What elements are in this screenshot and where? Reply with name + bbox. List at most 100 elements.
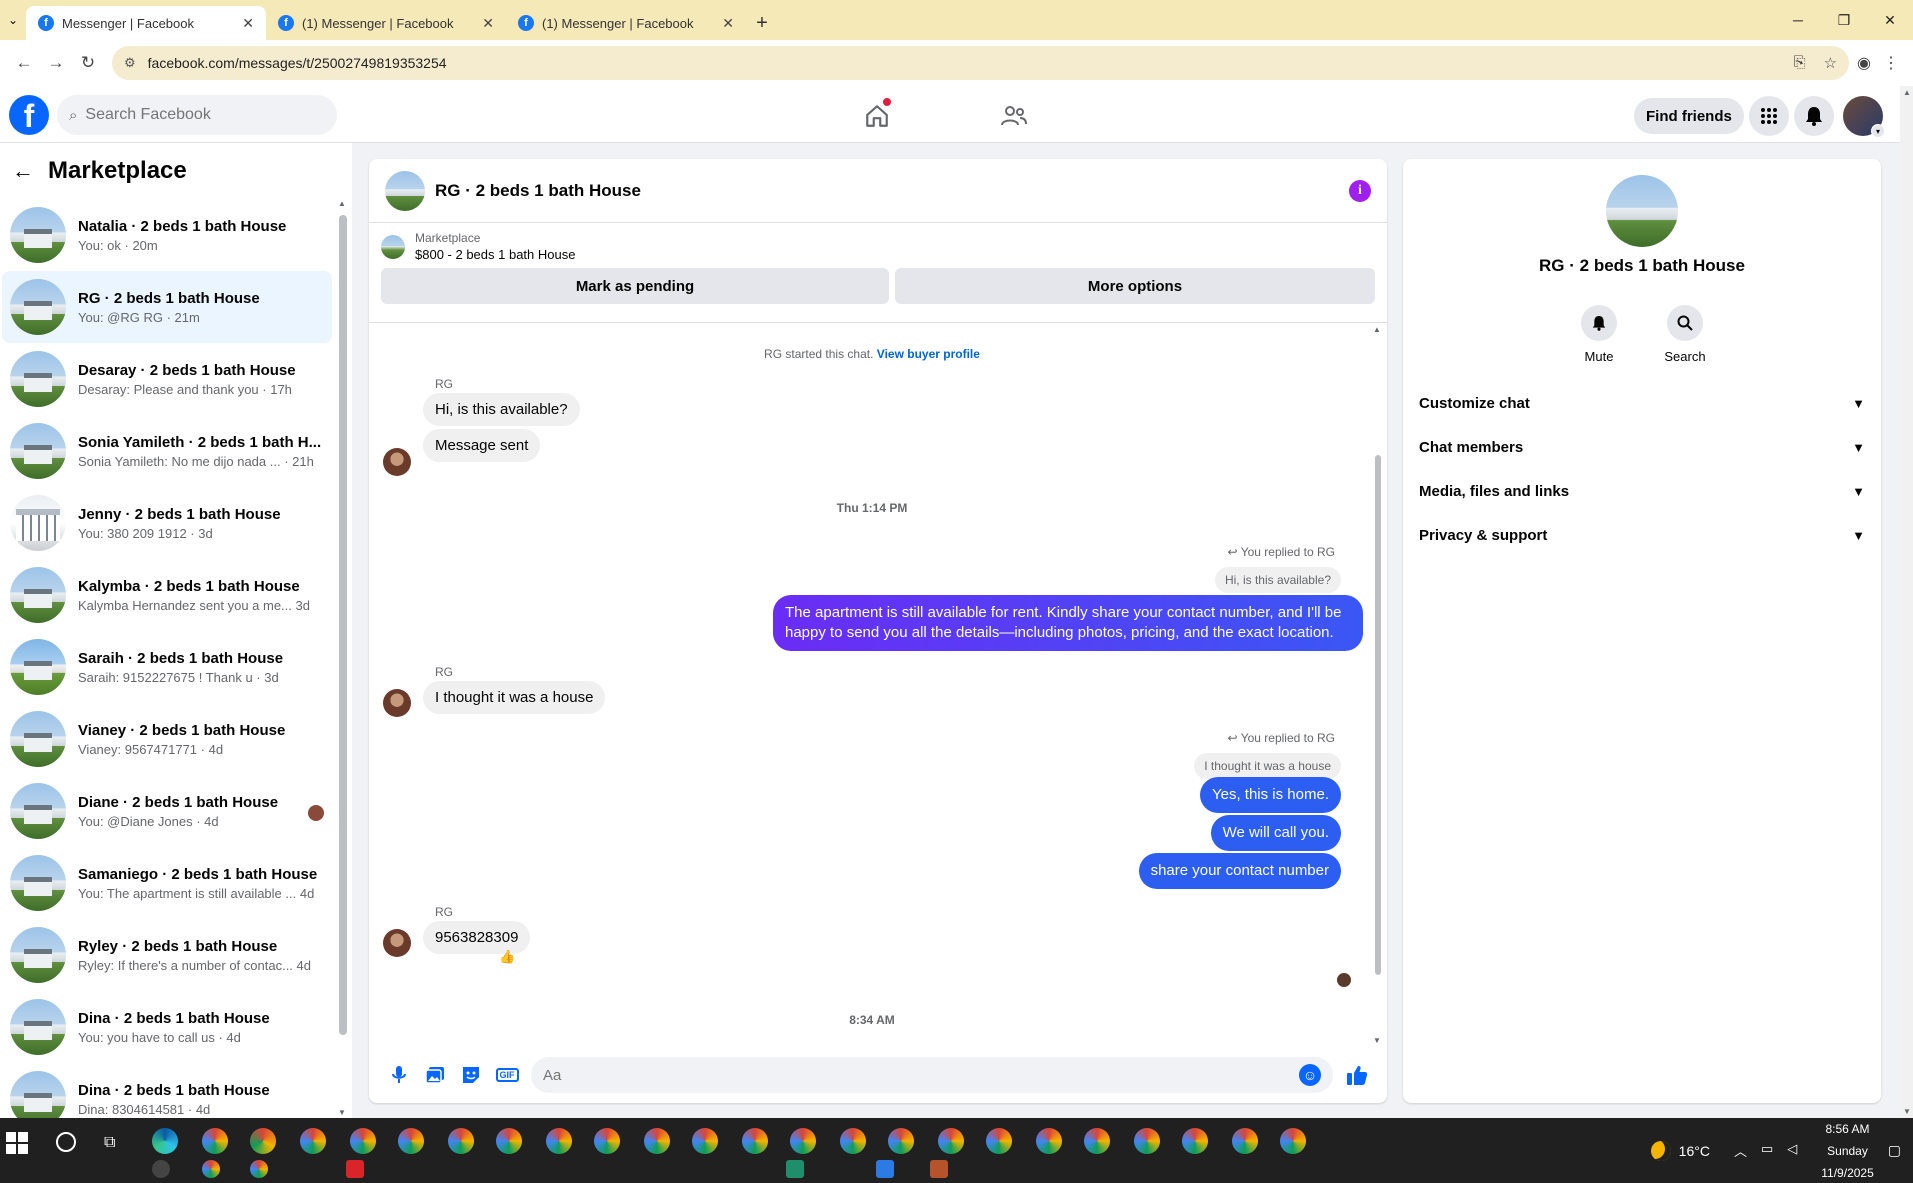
taskbar-app-icon[interactable] xyxy=(876,1160,894,1178)
chrome-profile-icon[interactable] xyxy=(300,1128,326,1154)
scroll-up-icon[interactable]: ▲ xyxy=(338,199,346,208)
search-in-chat-button[interactable]: Search xyxy=(1659,305,1711,364)
facebook-search[interactable]: ⌕ xyxy=(57,95,337,135)
reply-quote[interactable]: I thought it was a house xyxy=(1194,753,1341,779)
back-arrow-icon[interactable]: ← xyxy=(12,158,34,184)
chrome-profile-icon[interactable] xyxy=(350,1128,376,1154)
page-scrollbar[interactable]: ▲ ▼ xyxy=(1901,86,1913,1118)
scroll-down-icon[interactable]: ▼ xyxy=(338,1108,346,1117)
mark-as-pending-button[interactable]: Mark as pending xyxy=(381,268,889,304)
taskbar-clock[interactable]: 8:56 AM Sunday 11/9/2025 xyxy=(1821,1118,1874,1183)
message-input[interactable] xyxy=(543,1066,1299,1084)
windows-start-icon[interactable] xyxy=(6,1132,30,1156)
chrome-profile-icon[interactable] xyxy=(742,1128,768,1154)
minimize-icon[interactable]: ─ xyxy=(1775,0,1821,40)
close-tab-icon[interactable]: ✕ xyxy=(242,15,254,32)
chrome-icon[interactable] xyxy=(250,1128,276,1154)
install-app-icon[interactable]: ⎘ xyxy=(1794,54,1806,72)
forward-icon[interactable]: → xyxy=(40,47,72,79)
network-icon[interactable]: ▭ xyxy=(1761,1141,1773,1160)
chrome-profile-icon[interactable] xyxy=(692,1128,718,1154)
outgoing-message[interactable]: share your contact number xyxy=(1138,853,1341,889)
reload-icon[interactable]: ↻ xyxy=(72,47,104,79)
message-input-wrapper[interactable]: ☺ xyxy=(531,1057,1333,1093)
close-tab-icon[interactable]: ✕ xyxy=(482,15,494,32)
search-input[interactable] xyxy=(85,106,306,124)
notification-center-icon[interactable]: ▢ xyxy=(1888,1142,1901,1159)
chrome-profile-icon[interactable] xyxy=(1232,1128,1258,1154)
privacy-support-section[interactable]: Privacy & support ▼ xyxy=(1403,513,1881,557)
taskbar-app-icon[interactable] xyxy=(152,1160,170,1178)
thumbs-up-send-icon[interactable] xyxy=(1339,1057,1375,1093)
back-icon[interactable]: ← xyxy=(8,47,40,79)
media-files-links-section[interactable]: Media, files and links ▼ xyxy=(1403,469,1881,513)
menu-grid-button[interactable] xyxy=(1749,96,1789,136)
chrome-profile-icon[interactable] xyxy=(546,1128,572,1154)
gif-icon[interactable]: GIF xyxy=(489,1057,525,1093)
sticker-icon[interactable] xyxy=(453,1057,489,1093)
browser-menu-icon[interactable]: ⋮ xyxy=(1883,53,1899,73)
notifications-button[interactable] xyxy=(1794,96,1834,136)
info-icon[interactable]: i xyxy=(1349,179,1371,202)
incoming-message[interactable]: Message sent xyxy=(423,429,541,462)
conversation-item[interactable]: Ryley · 2 beds 1 bath House Ryley: If the… xyxy=(2,919,332,991)
chrome-profile-icon[interactable] xyxy=(1134,1128,1160,1154)
info-listing-thumbnail[interactable] xyxy=(1606,175,1678,247)
volume-icon[interactable]: ◁ xyxy=(1787,1141,1797,1160)
incoming-message[interactable]: I thought it was a house xyxy=(423,681,606,714)
conversation-item[interactable]: Kalymba · 2 beds 1 bath House Kalymba Her… xyxy=(2,559,332,631)
taskbar-app-icon[interactable] xyxy=(786,1160,804,1178)
customize-chat-section[interactable]: Customize chat ▼ xyxy=(1403,381,1881,425)
reply-quote[interactable]: Hi, is this available? xyxy=(1214,567,1341,593)
chrome-profile-icon[interactable] xyxy=(840,1128,866,1154)
find-friends-button[interactable]: Find friends xyxy=(1634,98,1744,134)
chrome-profile-icon[interactable] xyxy=(986,1128,1012,1154)
photo-icon[interactable] xyxy=(417,1057,453,1093)
wps-office-icon[interactable] xyxy=(346,1160,364,1178)
chrome-profile-icon[interactable] xyxy=(888,1128,914,1154)
conversation-item[interactable]: Sonia Yamileth · 2 beds 1 bath H... Sonia… xyxy=(2,415,332,487)
chrome-profile-icon[interactable] xyxy=(1182,1128,1208,1154)
sender-avatar[interactable] xyxy=(383,448,411,476)
bookmark-star-icon[interactable]: ☆ xyxy=(1824,54,1837,72)
scroll-down-icon[interactable]: ▼ xyxy=(1373,1036,1381,1045)
conversation-item[interactable]: Diane · 2 beds 1 bath House You: @Diane J… xyxy=(2,775,332,847)
scrollbar-thumb[interactable] xyxy=(339,215,347,1035)
chrome-profile-icon[interactable] xyxy=(250,1160,268,1178)
chrome-profile-icon[interactable] xyxy=(594,1128,620,1154)
chrome-profile-icon[interactable] xyxy=(1036,1128,1062,1154)
conversation-item[interactable]: Saraih · 2 beds 1 bath House Saraih: 9152… xyxy=(2,631,332,703)
conversation-item[interactable]: Jenny · 2 beds 1 bath House You: 380 209 … xyxy=(2,487,332,559)
outgoing-message[interactable]: The apartment is still available for ren… xyxy=(773,595,1363,651)
friends-nav-button[interactable] xyxy=(994,98,1034,134)
browser-tab-3[interactable]: f (1) Messenger | Facebook ✕ xyxy=(506,6,746,40)
profile-icon[interactable]: ◉ xyxy=(1857,53,1871,73)
microphone-icon[interactable] xyxy=(381,1057,417,1093)
close-window-icon[interactable]: ✕ xyxy=(1867,0,1913,40)
task-view-icon[interactable]: ⧉ xyxy=(104,1134,115,1152)
taskbar-search-icon[interactable] xyxy=(56,1132,76,1152)
edge-icon[interactable] xyxy=(152,1128,178,1154)
mute-button[interactable]: Mute xyxy=(1573,305,1625,364)
scroll-down-icon[interactable]: ▼ xyxy=(1903,1107,1911,1116)
conversation-item[interactable]: Samaniego · 2 beds 1 bath House You: The … xyxy=(2,847,332,919)
tab-search-menu[interactable]: ⌄ xyxy=(0,0,26,40)
chat-title[interactable]: RG · 2 beds 1 bath House xyxy=(435,181,641,201)
chrome-profile-icon[interactable] xyxy=(1280,1128,1306,1154)
chat-members-section[interactable]: Chat members ▼ xyxy=(1403,425,1881,469)
more-options-button[interactable]: More options xyxy=(895,268,1375,304)
listing-mini-thumbnail[interactable] xyxy=(381,234,405,259)
outgoing-message[interactable]: We will call you. xyxy=(1210,815,1341,851)
taskbar-app-icon[interactable] xyxy=(930,1160,948,1178)
chrome-profile-icon[interactable] xyxy=(202,1128,228,1154)
conversation-item[interactable]: Dina · 2 beds 1 bath House You: you have … xyxy=(2,991,332,1063)
home-nav-button[interactable] xyxy=(857,98,897,134)
chrome-profile-icon[interactable] xyxy=(790,1128,816,1154)
chevron-up-icon[interactable]: ︿ xyxy=(1734,1141,1747,1160)
chrome-profile-icon[interactable] xyxy=(496,1128,522,1154)
chrome-profile-icon[interactable] xyxy=(1084,1128,1110,1154)
account-avatar[interactable]: ▾ xyxy=(1843,96,1885,138)
chrome-profile-icon[interactable] xyxy=(938,1128,964,1154)
view-buyer-profile-link[interactable]: View buyer profile xyxy=(877,347,980,361)
chrome-profile-icon[interactable] xyxy=(202,1160,220,1178)
